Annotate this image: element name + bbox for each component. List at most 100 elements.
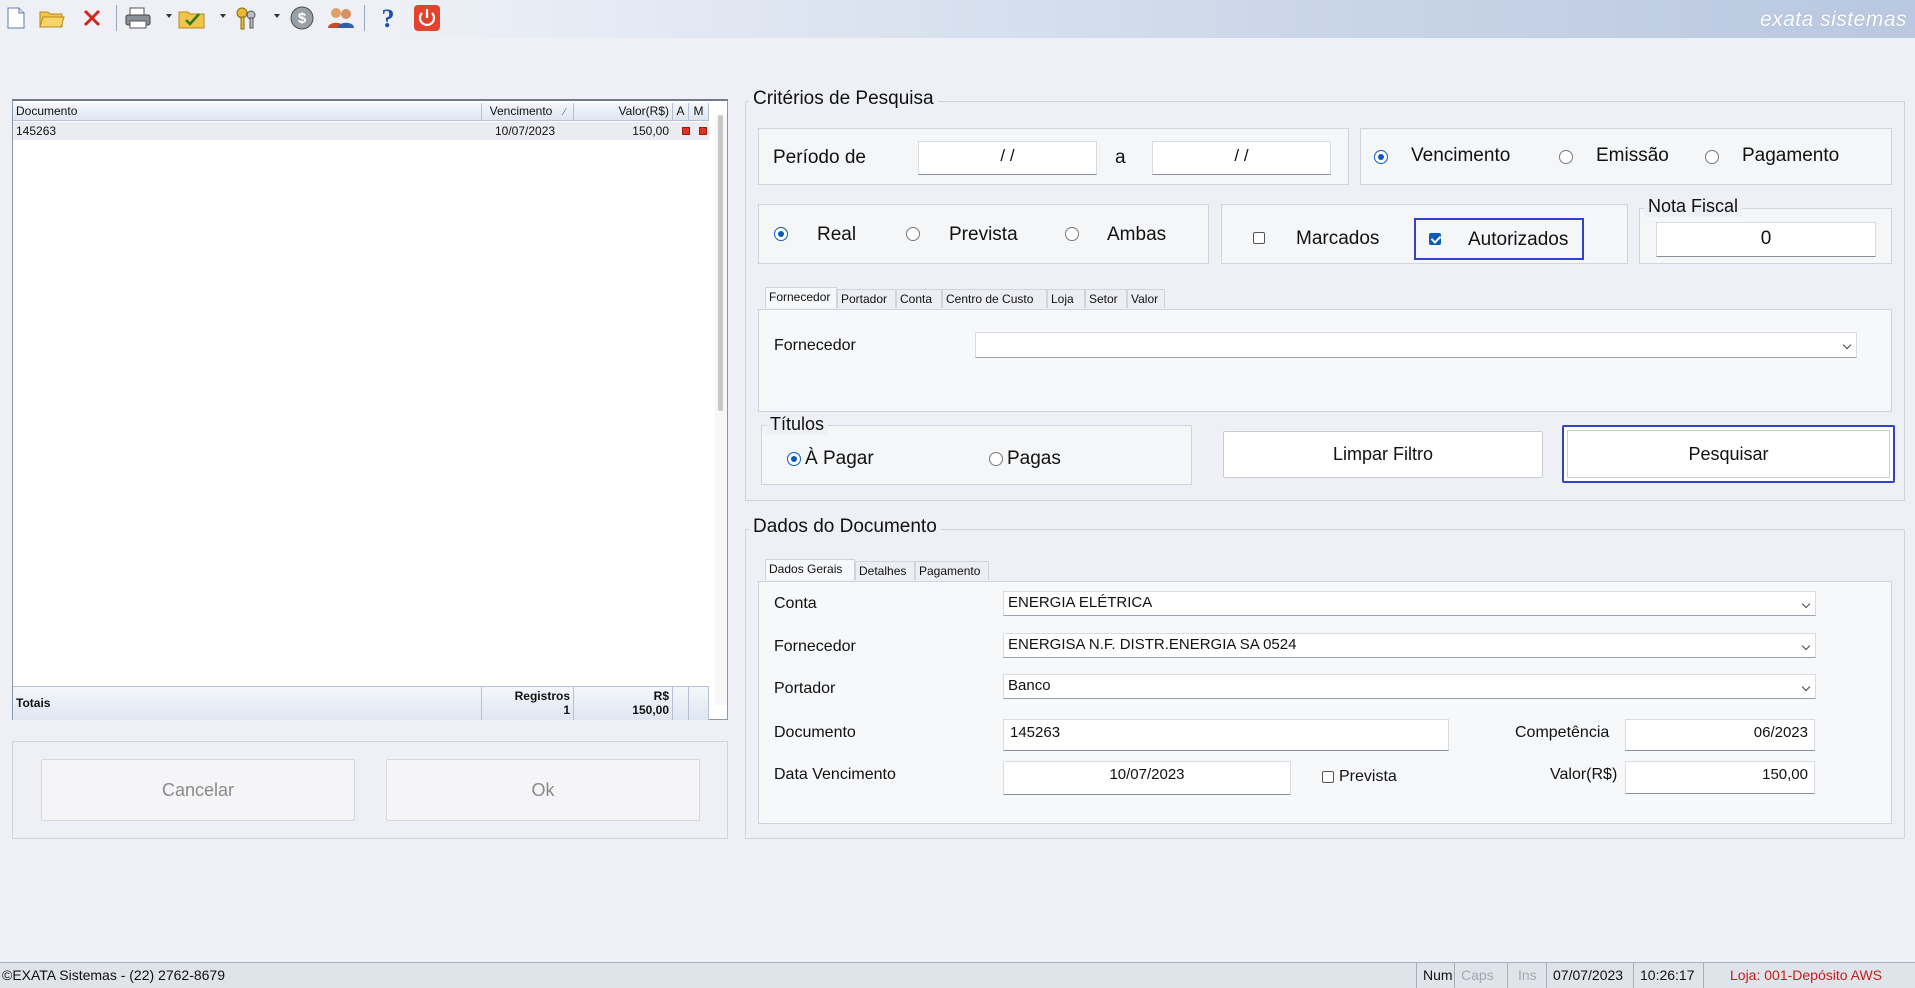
action-buttons-group: Cancelar Ok (12, 741, 728, 839)
fornecedor-select[interactable]: ENERGISA N.F. DISTR.ENERGIA SA 0524 (1003, 633, 1816, 658)
periodo-to-input[interactable]: / / (1152, 141, 1331, 175)
prevista-checkbox[interactable] (1322, 771, 1334, 783)
column-vencimento-label: Vencimento (489, 104, 553, 118)
flags-box: Marcados Autorizados (1221, 204, 1628, 264)
print-icon[interactable] (124, 4, 152, 32)
document-tab-panel: Conta ENERGIA ELÉTRICA Fornecedor ENERGI… (758, 581, 1892, 824)
tab-valor[interactable]: Valor (1127, 289, 1165, 308)
limpar-filtro-button[interactable]: Limpar Filtro (1223, 431, 1543, 478)
tab-loja[interactable]: Loja (1047, 289, 1085, 308)
tab-dados-gerais[interactable]: Dados Gerais (765, 559, 855, 580)
tab-portador[interactable]: Portador (837, 289, 896, 308)
radio-prevista-label: Prevista (949, 224, 1018, 245)
nota-fiscal-input[interactable]: 0 (1656, 222, 1876, 257)
status-bar: ©EXATA Sistemas - (22) 2762-8679 Num Cap… (0, 962, 1915, 988)
periodo-from-input[interactable]: / / (918, 141, 1097, 175)
valor-input[interactable]: 150,00 (1625, 761, 1815, 794)
periodo-sep-label: a (1115, 147, 1126, 168)
totals-valor: R$ 150,00 (574, 686, 673, 720)
row-valor: 150,00 (632, 124, 669, 138)
tab-detalhes[interactable]: Detalhes (855, 561, 915, 580)
ok-button[interactable]: Ok (386, 759, 700, 821)
prevista-label: Prevista (1339, 768, 1397, 785)
column-a[interactable]: A (673, 103, 689, 121)
documents-grid[interactable]: Documento Vencimento ⁄ Valor(R$) A M 145… (12, 99, 728, 720)
keys-icon[interactable] (233, 4, 261, 32)
autorizados-checkbox[interactable] (1429, 233, 1441, 245)
radio-pagas[interactable] (989, 452, 1003, 466)
radio-real-label: Real (817, 224, 857, 245)
data-vencimento-label: Data Vencimento (774, 766, 896, 783)
tab-centro-de-custo[interactable]: Centro de Custo (942, 289, 1047, 308)
portador-select[interactable]: Banco (1003, 674, 1816, 699)
total-valor: 150,00 (632, 703, 669, 717)
status-copyright: ©EXATA Sistemas - (22) 2762-8679 (2, 967, 226, 983)
conta-select[interactable]: ENERGIA ELÉTRICA (1003, 591, 1816, 616)
radio-vencimento[interactable] (1374, 150, 1388, 164)
cancel-button[interactable]: Cancelar (41, 759, 355, 821)
chevron-down-icon (1801, 641, 1811, 651)
marcados-label: Marcados (1296, 228, 1380, 249)
open-folder-icon[interactable] (38, 4, 66, 32)
chevron-down-icon (1801, 599, 1811, 609)
radio-pagamento[interactable] (1705, 150, 1719, 164)
registros-count: 1 (563, 703, 570, 717)
column-documento[interactable]: Documento (13, 103, 482, 121)
chevron-down-icon (1801, 682, 1811, 692)
radio-pagas-label: Pagas (1007, 448, 1061, 469)
tab-pagamento[interactable]: Pagamento (915, 561, 989, 580)
valor-label: Valor(R$) (1550, 766, 1618, 783)
radio-real[interactable] (774, 227, 788, 241)
fornecedor-filter-label: Fornecedor (774, 337, 856, 354)
table-row[interactable]: 145263 10/07/2023 150,00 (13, 122, 709, 140)
column-valor[interactable]: Valor(R$) (574, 103, 673, 121)
radio-pagamento-label: Pagamento (1742, 145, 1840, 166)
grid-scrollbar[interactable] (715, 115, 727, 705)
radio-emissao-label: Emissão (1596, 145, 1669, 166)
radio-vencimento-label: Vencimento (1411, 145, 1511, 166)
currency-label: R$ (653, 689, 669, 703)
status-ins: Ins (1507, 963, 1547, 988)
radio-emissao[interactable] (1559, 150, 1573, 164)
radio-a-pagar[interactable] (787, 452, 801, 466)
flag-a-icon (682, 127, 690, 135)
documento-input[interactable]: 145263 (1003, 719, 1449, 751)
document-tabs: Dados Gerais Detalhes Pagamento (761, 559, 1061, 581)
radio-prevista[interactable] (906, 227, 920, 241)
tab-setor[interactable]: Setor (1085, 289, 1127, 308)
document-legend: Dados do Documento (749, 516, 941, 538)
power-icon[interactable] (413, 4, 441, 32)
folder-check-icon[interactable] (178, 4, 206, 32)
periodo-label: Período de (773, 147, 866, 168)
registros-label: Registros (514, 689, 570, 703)
tab-conta[interactable]: Conta (896, 289, 942, 308)
money-icon[interactable]: $ (288, 4, 316, 32)
filter-tabs: Fornecedor Portador Conta Centro de Cust… (761, 287, 1261, 309)
totals-registros: Registros 1 (482, 686, 574, 720)
radio-ambas[interactable] (1065, 227, 1079, 241)
nota-fiscal-label: Nota Fiscal (1644, 196, 1743, 217)
pesquisar-button[interactable]: Pesquisar (1562, 425, 1895, 483)
sort-icon: ⁄ (563, 107, 566, 118)
status-num: Num (1416, 963, 1454, 988)
help-icon[interactable]: ? (374, 4, 402, 32)
users-icon[interactable] (326, 4, 354, 32)
data-vencimento-input[interactable]: 10/07/2023 (1003, 761, 1291, 795)
column-m[interactable]: M (689, 103, 709, 121)
delete-icon[interactable] (78, 4, 106, 32)
fornecedor-filter-select[interactable] (975, 332, 1857, 358)
column-vencimento[interactable]: Vencimento ⁄ (482, 103, 574, 121)
conta-label: Conta (774, 595, 817, 612)
svg-text:?: ? (382, 5, 395, 31)
marcados-checkbox[interactable] (1253, 232, 1265, 244)
svg-text:$: $ (298, 10, 307, 27)
autorizados-focus[interactable]: Autorizados (1414, 218, 1584, 260)
criteria-legend: Critérios de Pesquisa (749, 88, 938, 110)
status-caps: Caps (1454, 963, 1497, 988)
chevron-down-icon (1842, 340, 1852, 350)
tab-fornecedor[interactable]: Fornecedor (765, 287, 837, 308)
brand-logo: exata sistemas (1759, 8, 1907, 31)
competencia-input[interactable]: 06/2023 (1625, 719, 1815, 751)
kind-box: Real Prevista Ambas (758, 204, 1209, 264)
new-document-icon[interactable] (2, 4, 30, 32)
